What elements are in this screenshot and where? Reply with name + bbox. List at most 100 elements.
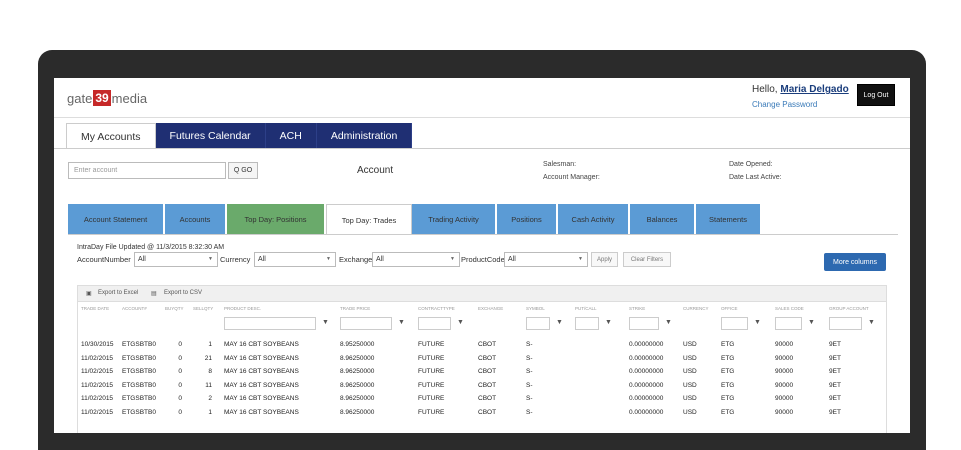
logo-number: 39 xyxy=(93,90,111,106)
gate39-logo[interactable]: gate 39 media xyxy=(67,90,147,106)
column-header[interactable]: BUYQTY xyxy=(165,306,184,311)
column-header[interactable]: CURRENCY xyxy=(683,306,709,311)
tab-my-accounts[interactable]: My Accounts xyxy=(66,123,156,149)
tab-top-day-trades[interactable]: Top Day: Trades xyxy=(326,204,412,235)
exchange-label: Exchange xyxy=(339,255,373,264)
filter-funnel-icon[interactable]: ▼ xyxy=(754,319,761,326)
table-cell: FUTURE xyxy=(418,395,445,402)
column-header[interactable]: SALES CODE xyxy=(775,306,804,311)
column-filter-input[interactable] xyxy=(829,317,862,330)
greeting: Hello, Maria Delgado xyxy=(752,84,849,95)
column-header[interactable]: EXCHANGE xyxy=(478,306,503,311)
currency-select[interactable]: All ▼ xyxy=(254,252,336,267)
table-cell: USD xyxy=(683,354,697,362)
column-filter-input[interactable] xyxy=(418,317,451,330)
column-filter-input[interactable] xyxy=(224,317,316,330)
tab-ach[interactable]: ACH xyxy=(265,123,317,149)
table-cell: 8.96250000 xyxy=(340,354,375,362)
filter-funnel-icon[interactable]: ▼ xyxy=(665,319,672,326)
table-cell: ETG xyxy=(721,408,735,416)
column-header[interactable]: SYMBOL xyxy=(526,306,545,311)
tab-cash-activity[interactable]: Cash Activity xyxy=(558,204,630,235)
column-header[interactable]: TRADE DATE xyxy=(81,306,109,311)
column-header[interactable]: STRIKE xyxy=(629,306,645,311)
column-filter-input[interactable] xyxy=(629,317,659,330)
table-cell: 0.00000000 xyxy=(629,368,664,375)
table-cell: 0.00000000 xyxy=(629,408,664,416)
table-cell: FUTURE xyxy=(418,368,445,375)
filter-funnel-icon[interactable]: ▼ xyxy=(605,319,612,326)
csv-icon[interactable]: ▤ xyxy=(151,290,157,297)
export-csv-link[interactable]: Export to CSV xyxy=(164,290,202,296)
column-header[interactable]: SELLQTY xyxy=(193,306,213,311)
table-cell: 21 xyxy=(204,354,212,362)
filter-funnel-icon[interactable]: ▼ xyxy=(398,319,405,326)
column-filter-input[interactable] xyxy=(575,317,599,330)
filter-funnel-icon[interactable]: ▼ xyxy=(322,319,329,326)
table-cell: ETG xyxy=(721,395,735,402)
excel-icon[interactable]: ▣ xyxy=(86,290,92,297)
exchange-select[interactable]: All ▼ xyxy=(372,252,460,267)
table-cell: 90000 xyxy=(775,341,794,348)
export-excel-link[interactable]: Export to Excel xyxy=(98,290,138,296)
table-cell: MAY 16 CBT SOYBEANS xyxy=(224,395,299,402)
tab-futures-calendar[interactable]: Futures Calendar xyxy=(155,123,266,149)
table-cell: 8.96250000 xyxy=(340,381,375,389)
tab-top-day-positions[interactable]: Top Day: Positions xyxy=(227,204,326,235)
clear-filters-button[interactable]: Clear Filters xyxy=(623,252,671,267)
filter-funnel-icon[interactable]: ▼ xyxy=(457,319,464,326)
table-cell: 9ET xyxy=(829,408,841,416)
user-name-link[interactable]: Maria Delgado xyxy=(780,84,848,95)
table-cell: S- xyxy=(526,354,533,362)
table-cell: 1 xyxy=(208,408,212,416)
table-cell: 9ET xyxy=(829,381,841,389)
tab-accounts[interactable]: Accounts xyxy=(165,204,227,235)
tab-account-statement[interactable]: Account Statement xyxy=(68,204,165,235)
column-header[interactable]: CONTRACTTYPE xyxy=(418,306,455,311)
table-cell: 9ET xyxy=(829,354,841,362)
column-filter-input[interactable] xyxy=(526,317,550,330)
column-filter-input[interactable] xyxy=(775,317,802,330)
account-number-value: All xyxy=(138,256,146,263)
tab-trading-activity[interactable]: Trading Activity xyxy=(412,204,497,235)
column-filter-input[interactable] xyxy=(721,317,748,330)
go-button[interactable]: Q GO xyxy=(228,162,258,179)
tab-statements[interactable]: Statements xyxy=(696,204,762,235)
column-header[interactable]: TRADE PRICE xyxy=(340,306,370,311)
table-cell: ETGSBTB0 xyxy=(122,408,156,416)
table-cell: 8.96250000 xyxy=(340,395,375,402)
table-cell: ETG xyxy=(721,354,735,362)
filter-funnel-icon[interactable]: ▼ xyxy=(556,319,563,326)
table-cell: 11 xyxy=(205,381,212,389)
filter-funnel-icon[interactable]: ▼ xyxy=(868,319,875,326)
column-header[interactable]: PUT/CALL xyxy=(575,306,597,311)
tab-administration[interactable]: Administration xyxy=(316,123,413,149)
table-cell: FUTURE xyxy=(418,408,445,416)
column-header[interactable]: GROUP ACCOUNT xyxy=(829,306,869,311)
column-filter-input[interactable] xyxy=(340,317,392,330)
tab-positions[interactable]: Positions xyxy=(497,204,558,235)
chevron-down-icon: ▼ xyxy=(208,256,213,262)
account-label: Account xyxy=(357,165,394,176)
table-cell: FUTURE xyxy=(418,354,445,362)
filter-funnel-icon[interactable]: ▼ xyxy=(808,319,815,326)
product-code-select[interactable]: All ▼ xyxy=(504,252,588,267)
table-cell: ETGSBTB0 xyxy=(122,354,156,362)
logo-text-pre: gate xyxy=(67,90,93,106)
column-header[interactable]: ACCOUNT# xyxy=(122,306,147,311)
column-header[interactable]: OFFICE xyxy=(721,306,738,311)
table-cell: USD xyxy=(683,381,697,389)
account-search-input[interactable]: Enter account xyxy=(68,162,226,179)
table-cell: MAY 16 CBT SOYBEANS xyxy=(224,381,299,389)
logout-button[interactable]: Log Out xyxy=(857,84,895,106)
currency-value: All xyxy=(258,256,266,263)
table-cell: 11/02/2015 xyxy=(81,368,114,375)
change-password-link[interactable]: Change Password xyxy=(752,100,817,109)
chevron-down-icon: ▼ xyxy=(578,256,583,262)
tab-balances[interactable]: Balances xyxy=(630,204,696,235)
account-number-select[interactable]: All ▼ xyxy=(134,252,218,267)
table-cell: 90000 xyxy=(775,381,794,389)
column-header[interactable]: PRODUCT DESC. xyxy=(224,306,261,311)
more-columns-button[interactable]: More columns xyxy=(824,253,886,271)
apply-button[interactable]: Apply xyxy=(591,252,618,267)
